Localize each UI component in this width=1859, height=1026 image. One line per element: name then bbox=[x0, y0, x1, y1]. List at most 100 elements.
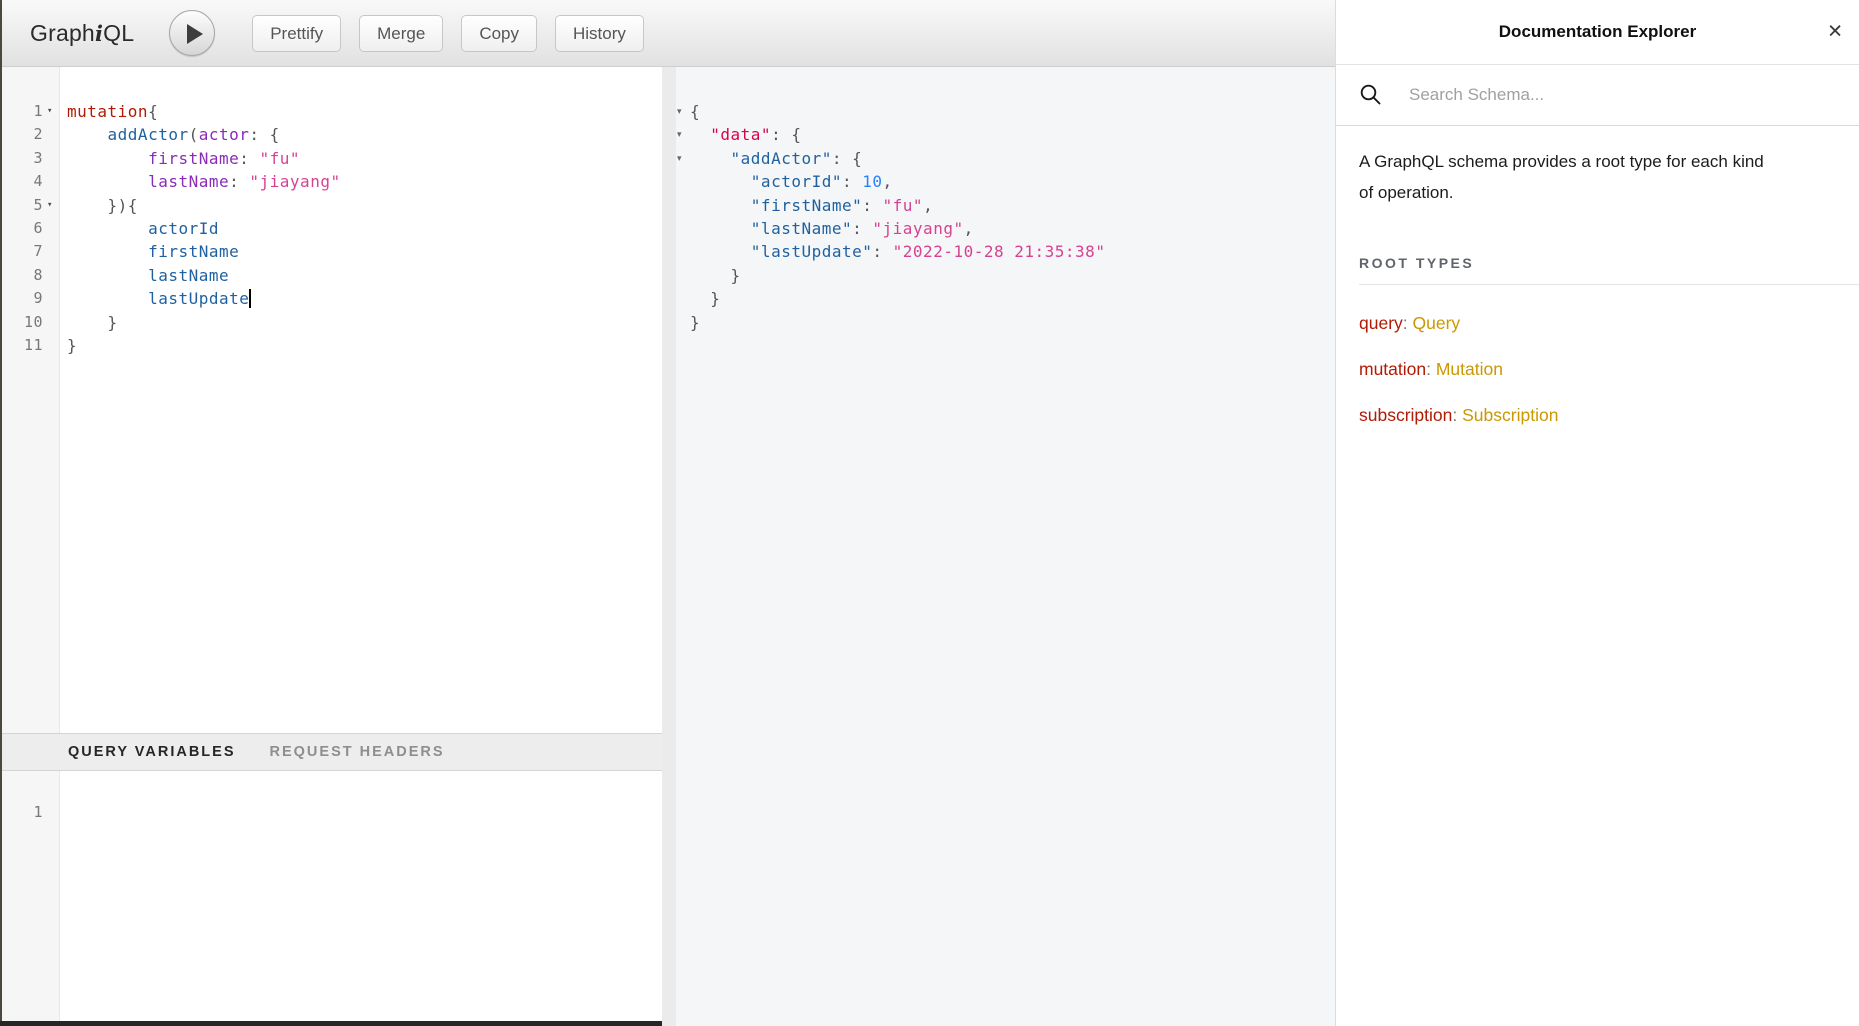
query-variables-editor[interactable]: 1 bbox=[0, 771, 662, 1021]
query-editor-gutter: 1▾2345▾67891011 bbox=[0, 67, 60, 733]
code-line: lastName: "jiayang" bbox=[67, 170, 662, 193]
result-line: "actorId": 10, bbox=[676, 170, 1335, 193]
fold-arrow-icon[interactable]: ▾ bbox=[43, 194, 57, 217]
fold-spacer bbox=[676, 217, 690, 240]
fold-arrow-icon[interactable]: ▾ bbox=[43, 100, 57, 123]
query-editor-code[interactable]: mutation{ addActor(actor: { firstName: "… bbox=[61, 67, 662, 733]
root-type-colon: : bbox=[1426, 359, 1436, 379]
window-bottom-edge bbox=[0, 1021, 662, 1026]
root-type-keyword: subscription bbox=[1359, 405, 1452, 425]
fold-arrow-icon[interactable]: ▾ bbox=[676, 147, 690, 170]
logo-text-i: i bbox=[95, 21, 103, 46]
gutter-row: 10 bbox=[0, 311, 59, 334]
gutter-row: 11 bbox=[0, 334, 59, 357]
gutter-row: 1 bbox=[0, 801, 59, 824]
gutter-row: 3 bbox=[0, 147, 59, 170]
fold-spacer bbox=[676, 170, 690, 193]
code-token bbox=[67, 125, 108, 144]
code-token: "fu" bbox=[260, 149, 301, 168]
code-token: "lastUpdate" bbox=[751, 242, 873, 261]
pane-divider[interactable] bbox=[662, 67, 676, 1026]
code-line: lastUpdate bbox=[67, 287, 662, 310]
search-icon bbox=[1359, 83, 1383, 107]
code-token: lastName bbox=[148, 266, 229, 285]
search-schema-input[interactable] bbox=[1409, 85, 1836, 105]
line-number: 9 bbox=[33, 287, 43, 310]
code-token: } bbox=[690, 266, 741, 285]
root-type-colon: : bbox=[1452, 405, 1462, 425]
code-line bbox=[67, 801, 662, 824]
root-type-row-query: query: Query bbox=[1359, 312, 1836, 334]
line-number: 6 bbox=[33, 217, 43, 240]
root-type-row-mutation: mutation: Mutation bbox=[1359, 358, 1836, 380]
result-line-text: "data": { bbox=[690, 123, 801, 146]
code-token: { bbox=[690, 102, 700, 121]
doc-explorer-close-button[interactable]: ✕ bbox=[1827, 23, 1843, 42]
window-left-edge bbox=[0, 0, 2, 1026]
code-token: actor bbox=[199, 125, 250, 144]
code-token: "data" bbox=[710, 125, 771, 144]
section-divider bbox=[1359, 284, 1859, 285]
code-line: firstName bbox=[67, 240, 662, 263]
doc-explorer-body: A GraphQL schema provides a root type fo… bbox=[1336, 126, 1859, 426]
result-line: ▾ "data": { bbox=[676, 123, 1335, 146]
code-token: lastName bbox=[148, 172, 229, 191]
code-token: firstName bbox=[148, 242, 239, 261]
code-line: addActor(actor: { bbox=[67, 123, 662, 146]
tab-request-headers[interactable]: REQUEST HEADERS bbox=[270, 744, 445, 760]
logo-text-graph: Graph bbox=[30, 20, 95, 46]
root-type-link-mutation[interactable]: Mutation bbox=[1436, 359, 1503, 379]
query-editor[interactable]: 1▾2345▾67891011 mutation{ addActor(actor… bbox=[0, 67, 662, 733]
toolbar-buttons: Prettify Merge Copy History bbox=[252, 15, 644, 52]
gutter-row: 1▾ bbox=[0, 100, 59, 123]
result-line: "lastUpdate": "2022-10-28 21:35:38" bbox=[676, 240, 1335, 263]
code-token: "2022-10-28 21:35:38" bbox=[893, 242, 1106, 261]
graphiql-logo: GraphiQL bbox=[30, 20, 134, 47]
merge-button[interactable]: Merge bbox=[359, 15, 443, 52]
fold-arrow-icon[interactable]: ▾ bbox=[676, 100, 690, 123]
code-token: : bbox=[842, 172, 862, 191]
line-number: 4 bbox=[33, 170, 43, 193]
code-token bbox=[690, 125, 710, 144]
code-token: , bbox=[964, 219, 974, 238]
result-line: } bbox=[676, 264, 1335, 287]
code-token: lastUpdate bbox=[148, 289, 249, 308]
code-token: : { bbox=[249, 125, 279, 144]
root-type-keyword: mutation bbox=[1359, 359, 1426, 379]
code-token bbox=[67, 242, 148, 261]
code-token: } bbox=[690, 313, 700, 332]
graphiql-app: GraphiQL Prettify Merge Copy History 1▾2345… bbox=[0, 0, 1859, 1026]
history-button[interactable]: History bbox=[555, 15, 644, 52]
code-token: : bbox=[872, 242, 892, 261]
gutter-row: 2 bbox=[0, 123, 59, 146]
fold-arrow-icon[interactable]: ▾ bbox=[676, 123, 690, 146]
code-token bbox=[67, 266, 148, 285]
tab-query-variables[interactable]: QUERY VARIABLES bbox=[68, 744, 236, 760]
code-token: { bbox=[148, 102, 158, 121]
gutter-row: 8 bbox=[0, 264, 59, 287]
root-type-link-subscription[interactable]: Subscription bbox=[1462, 405, 1558, 425]
secondary-editor-tabbar: QUERY VARIABLES REQUEST HEADERS bbox=[0, 733, 662, 771]
code-token: firstName bbox=[148, 149, 239, 168]
result-line-text: } bbox=[690, 264, 741, 287]
fold-spacer bbox=[676, 194, 690, 217]
code-line: actorId bbox=[67, 217, 662, 240]
execute-query-button[interactable] bbox=[169, 10, 215, 56]
root-type-colon: : bbox=[1403, 313, 1413, 333]
code-token: : bbox=[862, 196, 882, 215]
code-token: } bbox=[690, 289, 720, 308]
logo-text-ql: QL bbox=[103, 20, 134, 46]
gutter-row: 6 bbox=[0, 217, 59, 240]
doc-explorer-header: Documentation Explorer ✕ bbox=[1336, 0, 1859, 65]
code-token: actorId bbox=[148, 219, 219, 238]
code-token: 10 bbox=[862, 172, 882, 191]
variables-editor-code[interactable] bbox=[61, 771, 662, 1021]
root-type-link-query[interactable]: Query bbox=[1413, 313, 1461, 333]
code-token: "jiayang" bbox=[249, 172, 340, 191]
prettify-button[interactable]: Prettify bbox=[252, 15, 341, 52]
copy-button[interactable]: Copy bbox=[461, 15, 537, 52]
code-token bbox=[690, 172, 751, 191]
fold-spacer bbox=[676, 287, 690, 310]
gutter-row: 9 bbox=[0, 287, 59, 310]
code-token bbox=[67, 219, 148, 238]
